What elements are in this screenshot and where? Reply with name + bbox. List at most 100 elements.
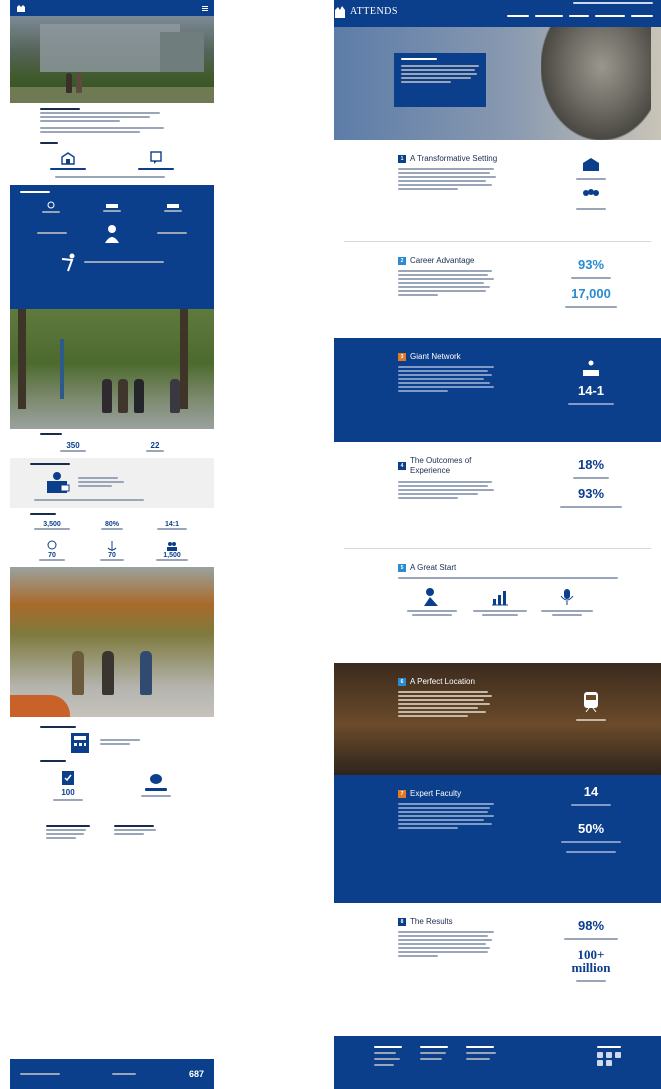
anchor-icon [107,541,117,551]
facebook-icon[interactable] [597,1052,603,1058]
mobile-advisor-section [10,458,214,508]
footer-stat: 687 [188,1069,204,1079]
mobile-blue-stats-panel [10,185,214,309]
stat-value: 98% [577,918,605,933]
ribbon-icon [47,201,55,209]
desktop-logo-text[interactable]: ATTENDS [350,6,398,17]
section-title: A Perfect Location [410,677,475,686]
section-5: 5 A Great Start [334,549,661,663]
aid-stat-value: 100 [61,788,75,797]
desktop-footer [334,1036,661,1089]
chat-icon-block [121,150,191,172]
menu-item[interactable] [507,15,529,17]
microphone-icon [560,589,574,605]
piggy-bank-icon [150,774,162,784]
section-1: 1 A Transformative Setting [334,140,661,241]
stat-value: 14 [583,784,599,799]
section-8: 8 The Results 98% 100+ million [334,903,661,1023]
check-document-icon [62,771,74,785]
utility-links[interactable] [573,2,653,4]
section-number: 5 [398,563,406,572]
linkedin-icon[interactable] [606,1060,612,1066]
youtube-icon[interactable] [597,1060,603,1066]
stat-value: 93% [577,257,605,272]
mobile-footer: 687 [10,1059,214,1089]
stat-value: 350 [66,441,80,450]
section-number: 1 [398,154,406,163]
class-size-icon [583,360,599,376]
mobile-aid-section: 100 [10,758,214,807]
menu-icon[interactable] [202,5,208,11]
stat-value: 93% [577,486,605,501]
main-menu [507,15,653,17]
stat-value: 17,000 [571,286,611,301]
university-logo-icon[interactable] [16,3,26,13]
menu-item[interactable] [595,15,625,17]
statue-image [541,27,651,140]
section-title: A Transformative Setting [410,154,498,163]
stat-mark-icon-2 [167,204,180,208]
section-number: 3 [398,352,406,361]
chat-bubble-icon [150,151,162,164]
section-2: 2 Career Advantage 93% 17,000 [334,242,661,338]
section-number: 8 [398,917,406,926]
campus-building-icon [583,158,599,171]
section-number: 4 [398,462,406,470]
stat-value: 1,500 [163,552,181,559]
menu-item[interactable] [569,15,589,17]
stat-value: 100+ million [571,947,611,975]
twitter-icon[interactable] [606,1052,612,1058]
mobile-intro-text [10,103,214,140]
group-icon [583,189,599,196]
people-icon [167,542,177,551]
section-title: The Results [410,917,453,926]
mobile-stats-block-1: 350 22 [10,429,214,458]
menu-item[interactable] [535,15,563,17]
campus-icon-block [33,150,103,172]
calculator-icon [71,733,89,753]
section-title: A Great Start [410,563,457,572]
instagram-icon[interactable] [615,1052,621,1058]
campus-building-icon [61,152,75,165]
mobile-calculator-section [10,717,214,758]
hero-callout [394,53,486,107]
train-icon [584,692,598,713]
stat-value: 70 [48,552,56,559]
section-7: 7 Expert Faculty 14 50% [334,775,661,903]
mobile-icons-section [10,140,214,185]
section-3: 3 Giant Network 14-1 [334,338,661,442]
stat-mark-icon [105,204,118,208]
athlete-icon [61,253,75,272]
student-reading-icon [423,588,438,606]
desktop-layout: ATTENDS 1 A Transformative Setting 2 Car… [334,0,661,1089]
growth-chart-icon [491,591,508,606]
stat-value: 70 [108,552,116,559]
desktop-hero [334,27,661,140]
section-4: 4 The Outcomes of Experience 18% 93% [334,442,661,548]
section-number: 7 [398,789,406,798]
stat-value: 14:1 [164,521,179,528]
mobile-campus-walk-photo [10,309,214,429]
section-6: 6 A Perfect Location [334,663,661,775]
mobile-students-photo [10,567,214,717]
advisor-computer-icon [47,472,70,493]
menu-item[interactable] [631,15,653,17]
desktop-header: ATTENDS [334,0,661,27]
trophy-icon [47,540,57,550]
stat-value: 14-1 [577,383,605,398]
social-links [597,1052,621,1058]
mobile-layout: 350 22 3,500 80% 14:1 70 70 1,500 100 68… [10,0,214,1089]
stat-value: 50% [577,821,605,836]
mobile-stats-block-2: 3,500 80% 14:1 70 70 1,500 [10,508,214,567]
graduate-icon [105,225,119,243]
university-crest-icon[interactable] [334,4,346,20]
section-number: 2 [398,256,406,265]
stat-value: 80% [104,521,119,528]
section-number: 6 [398,677,406,686]
stat-value: 3,500 [43,521,61,528]
mobile-hero-image [10,16,214,103]
stat-value: 18% [577,457,605,472]
mobile-contact-section [10,807,214,841]
mobile-header [10,0,214,16]
section-title: Career Advantage [410,256,475,265]
